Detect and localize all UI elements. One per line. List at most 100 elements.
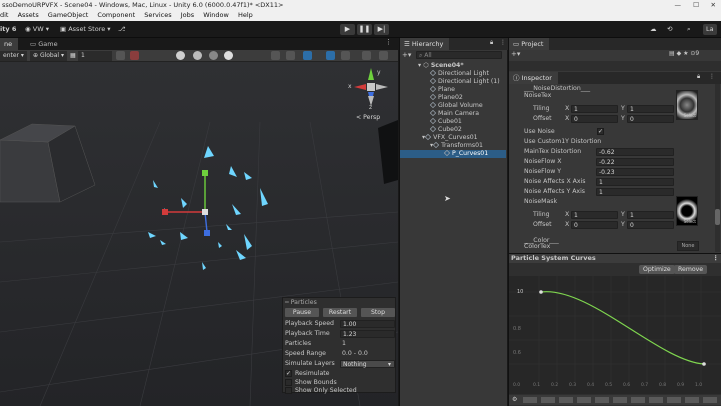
mask-offset-x-field[interactable]: 0: [571, 221, 618, 229]
snap-increment-icon[interactable]: [116, 51, 125, 60]
tab-menu-icon[interactable]: ⋮: [385, 38, 392, 46]
play-button[interactable]: ▶: [340, 24, 355, 35]
hierarchy-menu-icon[interactable]: ⋮: [500, 39, 506, 46]
preset-swatch[interactable]: [703, 397, 717, 403]
show-only-selected-checkbox[interactable]: [285, 387, 292, 394]
tab-hierarchy[interactable]: ☰ Hierarchy: [400, 38, 450, 50]
color-tex-slot[interactable]: None: [677, 241, 699, 251]
space-dropdown[interactable]: ⊕ Global ▾: [30, 51, 67, 61]
orientation-gizmo[interactable]: y x z < Persp: [344, 66, 394, 124]
presets-gear-icon[interactable]: ⚙: [512, 396, 517, 403]
hierarchy-item[interactable]: ▾ Transforms01: [400, 141, 506, 150]
cloud-icon[interactable]: ☁: [650, 24, 657, 35]
preset-swatch[interactable]: [559, 397, 573, 403]
hierarchy-item[interactable]: Main Camera: [400, 109, 506, 118]
maintex-distortion-field[interactable]: -0.62: [596, 148, 674, 156]
menu-help[interactable]: Help: [238, 11, 253, 19]
tab-inspector[interactable]: ⓘ Inspector: [509, 72, 558, 84]
optimize-button[interactable]: Optimize: [639, 265, 675, 274]
camera-icon[interactable]: [362, 51, 371, 60]
inspector-menu-icon[interactable]: ⋮: [709, 73, 715, 80]
curve-key-end[interactable]: [702, 362, 706, 366]
lock-icon[interactable]: 🔒︎: [490, 39, 493, 47]
inspector-scrollbar[interactable]: [715, 84, 720, 252]
persp-label[interactable]: < Persp: [356, 114, 380, 121]
lighting-toggle-icon[interactable]: [286, 51, 295, 60]
menu-component[interactable]: Component: [97, 11, 135, 19]
mask-tiling-x-field[interactable]: 1: [571, 211, 618, 219]
noise-affects-y-field[interactable]: 1: [596, 188, 674, 196]
hierarchy-item[interactable]: Plane02: [400, 93, 506, 102]
preset-swatch[interactable]: [631, 397, 645, 403]
asset-store-button[interactable]: ▣ Asset Store ▾: [60, 24, 111, 35]
curve-editor[interactable]: 10 0.8 0.6 0.0 0.1 0.2 0.3 0.4 0.5 0.6 0…: [509, 276, 721, 394]
hierarchy-item[interactable]: Directional Light: [400, 69, 506, 78]
curves-menu-icon[interactable]: ⋮: [713, 254, 720, 263]
add-icon[interactable]: +▾: [402, 51, 411, 59]
minimize-icon[interactable]: —: [675, 0, 682, 10]
step-button[interactable]: ▶|: [374, 24, 389, 35]
scene-root-item[interactable]: ▾ ⬡ Scene04*: [400, 62, 506, 70]
menu-assets[interactable]: Assets: [18, 11, 39, 19]
hierarchy-item[interactable]: Directional Light (1): [400, 77, 506, 86]
tab-game[interactable]: ▭ Game: [26, 38, 64, 50]
search-icon[interactable]: ⌕: [687, 24, 691, 35]
tab-project[interactable]: ▭ Project: [509, 38, 550, 50]
hierarchy-item[interactable]: Cube02: [400, 125, 506, 134]
hierarchy-item[interactable]: ▾ VFX_Curves01: [400, 133, 506, 142]
inspector-scroll-thumb[interactable]: [715, 209, 720, 225]
playback-time-field[interactable]: 1.23: [340, 330, 395, 338]
size-curve[interactable]: [540, 291, 705, 365]
preset-swatch[interactable]: [685, 397, 699, 403]
preset-swatch[interactable]: [649, 397, 663, 403]
simulate-layers-dropdown[interactable]: Nothing ▾: [340, 360, 395, 368]
menu-services[interactable]: Services: [144, 11, 171, 19]
preset-swatch[interactable]: [523, 397, 537, 403]
preset-swatch[interactable]: [595, 397, 609, 403]
show-bounds-checkbox[interactable]: [285, 379, 292, 386]
version-control-icon[interactable]: ⎇: [118, 24, 126, 35]
shading-shaded-icon[interactable]: [193, 51, 202, 60]
audio-toggle-icon[interactable]: [303, 51, 312, 60]
pivot-dropdown[interactable]: enter ▾: [0, 51, 27, 61]
hierarchy-item[interactable]: Plane: [400, 85, 506, 94]
pause-button[interactable]: ❚❚: [357, 24, 372, 35]
pause-particles-button[interactable]: Pause: [285, 308, 319, 317]
tab-scene[interactable]: ne: [0, 38, 19, 50]
menu-gameobject[interactable]: GameObject: [48, 11, 89, 19]
inspector-lock-icon[interactable]: 🔒︎: [697, 73, 700, 81]
maximize-icon[interactable]: ☐: [693, 0, 699, 10]
mask-tiling-y-field[interactable]: 1: [627, 211, 674, 219]
noiseflow-y-field[interactable]: -0.23: [596, 168, 674, 176]
gizmos-icon[interactable]: [379, 51, 388, 60]
hierarchy-item[interactable]: Cube01: [400, 117, 506, 126]
layers-dropdown[interactable]: La: [703, 24, 717, 35]
preset-swatch[interactable]: [577, 397, 591, 403]
preset-swatch[interactable]: [667, 397, 681, 403]
noise-offset-x-field[interactable]: 0: [571, 115, 618, 123]
shading-mixed-icon[interactable]: [209, 51, 218, 60]
noise-offset-y-field[interactable]: 0: [627, 115, 674, 123]
mask-offset-y-field[interactable]: 0: [627, 221, 674, 229]
restart-particles-button[interactable]: Restart: [323, 308, 357, 317]
shading-wire-icon[interactable]: [176, 51, 185, 60]
menu-window[interactable]: Window: [203, 11, 229, 19]
noiseflow-x-field[interactable]: -0.22: [596, 158, 674, 166]
hierarchy-search-input[interactable]: ⌕ All: [416, 51, 502, 59]
project-filter-icon[interactable]: ▤ ◆ ★ ⊙9: [669, 50, 699, 57]
close-icon[interactable]: ✕: [711, 0, 716, 10]
project-add-icon[interactable]: +▾: [511, 50, 520, 58]
preset-swatch[interactable]: [541, 397, 555, 403]
grid-snap-icon[interactable]: ▦: [70, 51, 76, 61]
hierarchy-item[interactable]: Global Volume: [400, 101, 506, 110]
noise-tiling-x-field[interactable]: 1: [571, 105, 618, 113]
snap-value-input[interactable]: 1: [78, 51, 112, 61]
preset-swatch[interactable]: [613, 397, 627, 403]
account-button[interactable]: ◉ VW ▾: [25, 24, 49, 35]
snap-settings-icon[interactable]: [130, 51, 139, 60]
remove-button[interactable]: Remove: [674, 265, 708, 274]
curve-key-start[interactable]: [539, 290, 543, 294]
stop-particles-button[interactable]: Stop: [361, 308, 395, 317]
2d-toggle-icon[interactable]: [271, 51, 280, 60]
hierarchy-item-selected[interactable]: P_Curves01: [400, 149, 506, 158]
